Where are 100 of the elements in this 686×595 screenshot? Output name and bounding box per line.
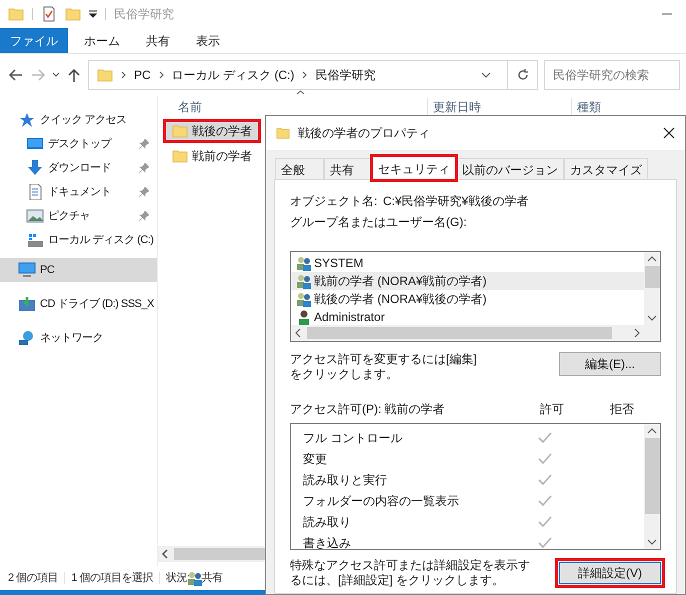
chevron-right-icon [302,71,308,79]
dialog-tab[interactable]: 全般 [275,158,324,180]
back-icon[interactable] [8,67,24,83]
chevron-down-icon[interactable] [52,72,60,78]
dialog-title: 戦後の学者のプロパティ [298,125,431,142]
nav-label: デスクトップ [48,136,113,152]
pin-icon [139,139,149,149]
permission-label: 読み取りと実行 [303,472,388,488]
nav-item[interactable]: デスクトップ [0,132,157,156]
column-header[interactable]: 種類 [572,98,601,116]
nav-item[interactable]: ドキュメント [0,180,157,204]
nav-label: ネットワーク [40,330,104,346]
pin-icon [139,163,149,173]
chevron-right-icon [158,71,164,79]
refresh-icon [516,69,528,81]
computer-icon [18,262,36,278]
user-row[interactable]: Administrator [291,308,644,326]
nav-item[interactable]: クイック アクセス [0,108,157,132]
hint-text: アクセス許可を変更するには[編集]をクリックします。 [290,352,478,382]
folder-icon [97,67,113,83]
network-icon [18,330,36,346]
users-icon [187,570,204,586]
check-icon [538,494,552,506]
user-icon [296,309,312,325]
new-folder-icon [65,6,81,22]
pin-icon [139,211,149,221]
address-field[interactable]: PC ローカル ディスク (C:) 民俗学研究 [88,60,538,90]
permission-label: 書き込み [303,534,352,549]
permission-label: フォルダーの内容の一覧表示 [303,492,460,510]
nav-label: ダウンロード [48,160,112,176]
check-icon [538,452,552,464]
nav-item[interactable]: ネットワーク [0,326,157,350]
search-field[interactable]: 民俗学研究の検索 [544,60,680,90]
close-icon[interactable] [663,127,675,139]
edit-button[interactable]: 編集(E)... [559,352,661,376]
nav-item[interactable]: ダウンロード [0,156,157,180]
permission-label: 変更 [303,450,328,468]
nav-item[interactable]: PC [0,258,157,282]
hint-text: 特殊なアクセス許可または詳細設定を表示するには、[詳細設定] をクリックします。 [290,558,530,588]
dialog-tab[interactable]: カスタマイズ [564,158,648,180]
nav-label: PC [40,262,56,278]
status-text: 共有 [201,570,222,586]
file-row[interactable]: 戦前の学者 [163,144,261,168]
folder-icon [276,126,290,140]
nav-item[interactable]: CD ドライブ (D:) SSS_X [0,292,157,316]
nav-label: ドキュメント [48,184,112,200]
dropdown-icon[interactable] [89,10,97,18]
column-header: 拒否 [610,401,634,418]
users-icon [296,273,312,289]
ribbon-tab[interactable]: 表示 [186,28,230,53]
check-icon [538,432,552,444]
user-row[interactable]: SYSTEM [291,254,644,272]
pin-icon [139,187,149,197]
picture-icon [26,208,44,224]
scrollbar-thumb[interactable] [307,327,612,339]
column-header: 許可 [540,401,565,418]
star-icon [18,112,36,128]
ribbon-tab[interactable]: 共有 [136,28,180,53]
nav-item[interactable]: ローカル ディスク (C:) [0,228,157,252]
ribbon-tab[interactable]: ファイル [0,28,68,53]
breadcrumb[interactable]: ローカル ディスク (C:) [172,66,294,84]
cd-drive-icon [18,296,36,312]
check-icon [538,516,552,528]
dialog-tab[interactable]: セキュリティ [372,156,456,180]
folder-icon [8,6,24,22]
breadcrumb[interactable]: PC [134,66,151,84]
sort-caret-icon[interactable] [296,90,305,95]
field-label: アクセス許可(P): 戦前の学者 [290,401,446,418]
folder-icon [172,148,188,164]
nav-label: ピクチャ [48,208,91,224]
download-icon [26,160,44,176]
nav-label: ローカル ディスク (C:) [48,232,154,248]
drive-icon [26,232,44,248]
chevron-right-icon [121,71,126,79]
dialog-tab[interactable]: 共有 [324,158,372,180]
breadcrumb[interactable]: 民俗学研究 [315,66,376,84]
check-icon [538,536,552,548]
window-title: 民俗学研究 [114,6,174,23]
nav-item[interactable]: ピクチャ [0,204,157,228]
folder-icon [172,123,188,139]
file-row[interactable]: 戦後の学者 [163,119,261,143]
advanced-button[interactable]: 詳細設定(V) [555,558,665,588]
chevron-down-icon[interactable] [481,72,491,78]
nav-label: クイック アクセス [40,112,128,128]
user-row[interactable]: 戦前の学者 (NORA¥戦前の学者) [291,272,644,290]
nav-label: CD ドライブ (D:) SSS_X [40,296,154,312]
user-row[interactable]: 戦後の学者 (NORA¥戦後の学者) [291,290,644,308]
scrollbar-thumb[interactable] [644,438,660,514]
status-text: 2 個の項目 [8,570,58,586]
desktop-icon [26,136,44,152]
dialog-tab[interactable]: 以前のバージョン [456,158,564,180]
minimize-icon[interactable] [662,13,672,15]
properties-icon[interactable] [41,6,57,22]
up-icon[interactable] [66,67,82,83]
scrollbar-thumb[interactable] [644,266,660,288]
field-label: オブジェクト名: [290,193,378,210]
check-icon [538,474,552,486]
permission-label: フル コントロール [303,430,404,446]
status-text: 1 個の項目を選択 [71,570,153,586]
ribbon-tab[interactable]: ホーム [74,28,130,53]
